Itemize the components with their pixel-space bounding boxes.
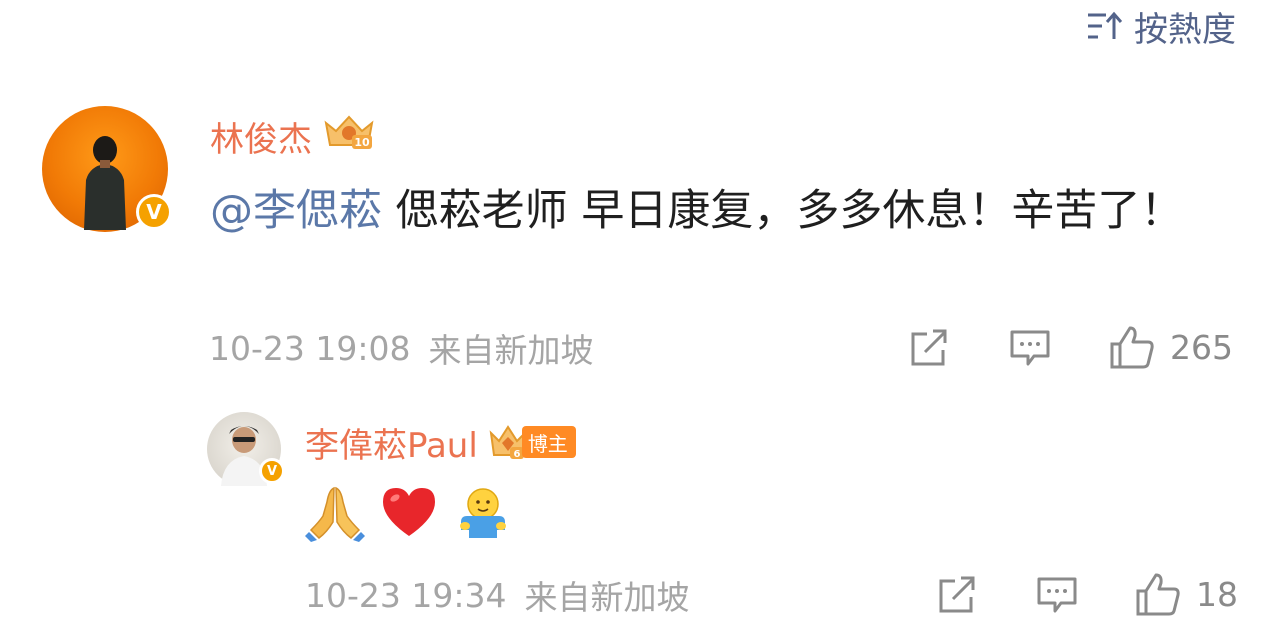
comment-emojis — [305, 480, 513, 544]
comment-source: 来自新加坡 — [428, 331, 594, 370]
avatar[interactable]: V — [207, 412, 285, 486]
mention-link[interactable]: @李偲菘 — [210, 186, 382, 236]
thumbs-up-icon — [1110, 326, 1154, 369]
sort-icon — [1088, 11, 1123, 39]
red-heart-icon — [383, 488, 435, 536]
comment-meta: 10-23 19:34 来自新加坡 — [305, 573, 690, 618]
comment-time: 10-23 19:08 — [209, 328, 411, 368]
folded-hands-icon — [305, 486, 365, 542]
share-icon — [911, 329, 947, 366]
verified-badge-icon: V — [259, 458, 285, 484]
avatar-person-image — [84, 136, 126, 230]
share-icon — [939, 576, 975, 613]
comment-time: 10-23 19:34 — [305, 575, 507, 615]
comment-icon — [1037, 577, 1077, 613]
sort-by-hot-button[interactable]: 按熱度 — [1086, 6, 1236, 50]
repost-button[interactable] — [907, 328, 951, 368]
like-count: 18 — [1196, 574, 1238, 614]
like-button[interactable]: 18 — [1134, 571, 1238, 617]
comment-icon — [1010, 330, 1050, 366]
reply-button[interactable] — [1035, 575, 1079, 615]
comment-meta: 10-23 19:08 来自新加坡 — [209, 326, 594, 371]
thumbs-up-icon — [1136, 573, 1180, 616]
crown-level-badge-icon: 10 — [322, 113, 376, 160]
verified-badge-icon: V — [136, 194, 172, 230]
sort-label: 按熱度 — [1134, 9, 1236, 50]
like-button[interactable]: 265 — [1108, 324, 1233, 370]
hug-emoji-icon — [460, 488, 506, 538]
comment-body: 偲菘老师 早日康复，多多休息！辛苦了！ — [382, 186, 1184, 236]
crown-level-badge-icon: 6 博主 — [488, 423, 576, 461]
comment-author-name[interactable]: 林俊杰 10 — [210, 112, 376, 160]
repost-button[interactable] — [935, 575, 979, 615]
comment-text: @李偲菘 偲菘老师 早日康复，多多休息！辛苦了！ — [210, 178, 1210, 244]
author-name-text: 林俊杰 — [210, 119, 312, 160]
svg-text:6: 6 — [513, 449, 520, 460]
svg-text:10: 10 — [354, 136, 370, 149]
like-count: 265 — [1170, 327, 1233, 367]
comment-author-name[interactable]: 李偉菘Paul 6 博主 — [305, 418, 576, 466]
blogger-role-badge: 博主 — [521, 426, 576, 458]
comment-source: 来自新加坡 — [524, 578, 690, 617]
reply-button[interactable] — [1008, 328, 1052, 368]
author-name-text: 李偉菘Paul — [305, 425, 478, 466]
avatar[interactable]: V — [42, 106, 172, 232]
